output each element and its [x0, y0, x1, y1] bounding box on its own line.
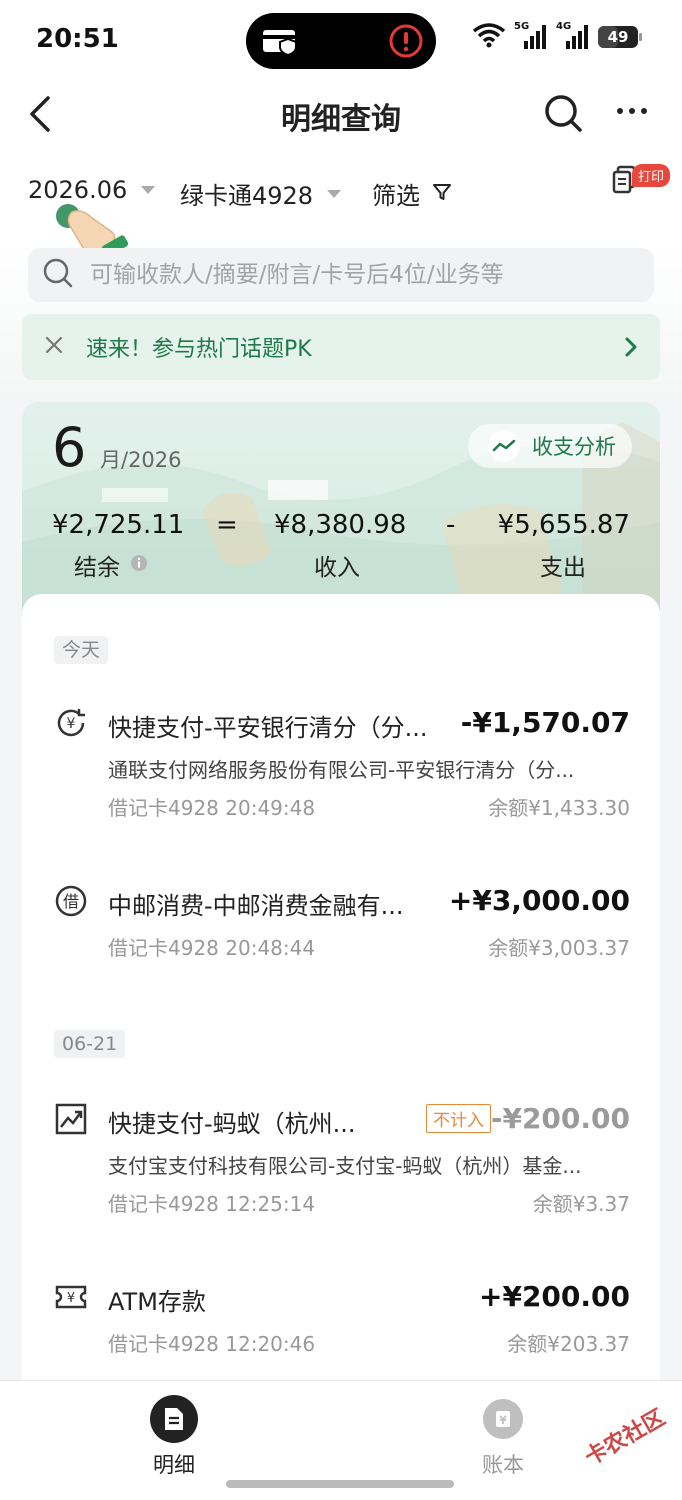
monthly-summary-card: 6 月/2026 收支分析 ¥2,725.11 = ¥8,380.98 - ¥5… [22, 402, 660, 612]
signal-5g-icon: 5G [514, 21, 548, 51]
ledger-icon [483, 1399, 523, 1439]
transaction-meta: 借记卡4928 12:25:14 [108, 1192, 316, 1216]
status-bar: 20:51 5G 4G 49 [0, 0, 682, 80]
svg-text:¥: ¥ [67, 1291, 75, 1306]
income-amount: ¥8,380.98 [274, 510, 407, 540]
card-filter-label: 绿卡通4928 [180, 182, 314, 210]
day-tag: 06-21 [54, 1030, 126, 1058]
transaction-row[interactable]: ¥ 快捷支付-平安银行清分（分... -¥1,570.07 通联支付网络服务股份… [22, 706, 660, 826]
info-icon[interactable] [130, 552, 148, 578]
transaction-row[interactable]: 借 中邮消费-中邮消费金融有... +¥3,000.00 借记卡4928 20:… [22, 884, 660, 964]
svg-text:借: 借 [63, 892, 79, 911]
search-input[interactable] [90, 262, 630, 288]
balance-label-row: 结余 [74, 548, 148, 582]
battery-text: 49 [607, 28, 629, 46]
transaction-title: 快捷支付-蚂蚁（杭州... [108, 1110, 356, 1138]
balance-amount: ¥2,725.11 [52, 510, 185, 540]
status-icons: 5G 4G 49 [472, 21, 642, 52]
tab-ledger[interactable]: 账本 [482, 1395, 524, 1479]
more-icon[interactable] [612, 96, 652, 130]
screen-filter-label: 筛选 [372, 182, 420, 210]
battery-icon: 49 [598, 26, 642, 48]
screen-filter[interactable]: 筛选 [372, 176, 452, 211]
search-icon[interactable] [542, 92, 584, 138]
trend-icon [54, 1102, 88, 1140]
transaction-amount: -¥200.00 [490, 1102, 630, 1135]
excluded-badge: 不计入 [426, 1104, 491, 1133]
caret-down-icon [327, 189, 342, 198]
transaction-balance: 余额¥1,433.30 [488, 796, 630, 820]
search-box[interactable] [28, 248, 654, 302]
print-badge[interactable]: 打印 [632, 164, 671, 187]
minus-sign: - [446, 510, 456, 540]
income-label: 收入 [314, 555, 360, 581]
document-icon [150, 1395, 198, 1443]
bottom-tab-bar: 明细 账本 [0, 1380, 682, 1500]
transaction-balance: 余额¥203.37 [507, 1332, 630, 1356]
svg-text:¥: ¥ [67, 716, 76, 732]
caret-down-icon [141, 186, 156, 194]
balance-label: 结余 [74, 555, 120, 581]
back-arrow-icon[interactable] [26, 94, 56, 138]
transaction-title: ATM存款 [108, 1288, 206, 1316]
month-number: 6 [52, 416, 87, 479]
transaction-amount: -¥1,570.07 [460, 706, 630, 739]
month-year: 月/2026 [100, 448, 182, 472]
trend-line-icon [488, 430, 520, 462]
status-time: 20:51 [36, 24, 119, 54]
income-expense-analysis-button[interactable]: 收支分析 [468, 424, 632, 468]
transaction-meta: 借记卡4928 12:20:46 [108, 1332, 316, 1356]
atm-icon: ¥ [54, 1280, 88, 1318]
card-filter[interactable]: 绿卡通4928 [180, 176, 342, 211]
transaction-title: 中邮消费-中邮消费金融有... [108, 892, 404, 920]
transaction-title: 快捷支付-平安银行清分（分... [108, 714, 428, 742]
transaction-counterparty: 支付宝支付科技有限公司-支付宝-蚂蚁（杭州）基金... [108, 1154, 582, 1178]
tab-detail-label: 明细 [153, 1453, 195, 1477]
transaction-meta: 借记卡4928 20:48:44 [108, 936, 316, 960]
search-icon [42, 257, 74, 293]
transaction-row[interactable]: 快捷支付-蚂蚁（杭州... 不计入 -¥200.00 支付宝支付科技有限公司-支… [22, 1102, 660, 1222]
day-tag: 今天 [54, 636, 109, 664]
close-icon[interactable] [44, 335, 64, 359]
top-bar: 明细查询 [0, 80, 682, 150]
promo-text: 速来！参与热门话题PK [86, 337, 312, 362]
promo-banner[interactable]: 速来！参与热门话题PK [22, 314, 660, 380]
transaction-amount: +¥3,000.00 [448, 884, 630, 917]
funnel-icon [432, 180, 452, 208]
expense-label: 支出 [540, 555, 586, 581]
alert-icon [388, 23, 424, 63]
transaction-meta: 借记卡4928 20:49:48 [108, 796, 316, 820]
wifi-icon [472, 22, 506, 52]
transaction-balance: 余额¥3.37 [532, 1192, 630, 1216]
transaction-balance: 余额¥3,003.37 [488, 936, 630, 960]
loan-icon: 借 [54, 884, 88, 922]
expense-amount: ¥5,655.87 [497, 510, 630, 540]
transaction-amount: +¥200.00 [479, 1280, 630, 1313]
home-indicator[interactable] [226, 1480, 454, 1488]
dynamic-island[interactable] [246, 13, 436, 69]
signal-4g-icon: 4G [556, 21, 590, 51]
yuan-refresh-icon: ¥ [54, 706, 88, 744]
transaction-counterparty: 通联支付网络服务股份有限公司-平安银行清分（分... [108, 758, 575, 782]
tab-ledger-label: 账本 [482, 1453, 524, 1477]
chevron-right-icon [624, 336, 638, 362]
transaction-list: 今天 ¥ 快捷支付-平安银行清分（分... -¥1,570.07 通联支付网络服… [22, 594, 660, 1394]
equals-sign: = [216, 510, 238, 540]
transaction-row[interactable]: ¥ ATM存款 +¥200.00 借记卡4928 12:20:46 余额¥203… [22, 1280, 660, 1360]
tab-detail[interactable]: 明细 [150, 1395, 198, 1479]
card-shield-icon [262, 27, 302, 59]
analysis-label: 收支分析 [532, 435, 616, 459]
